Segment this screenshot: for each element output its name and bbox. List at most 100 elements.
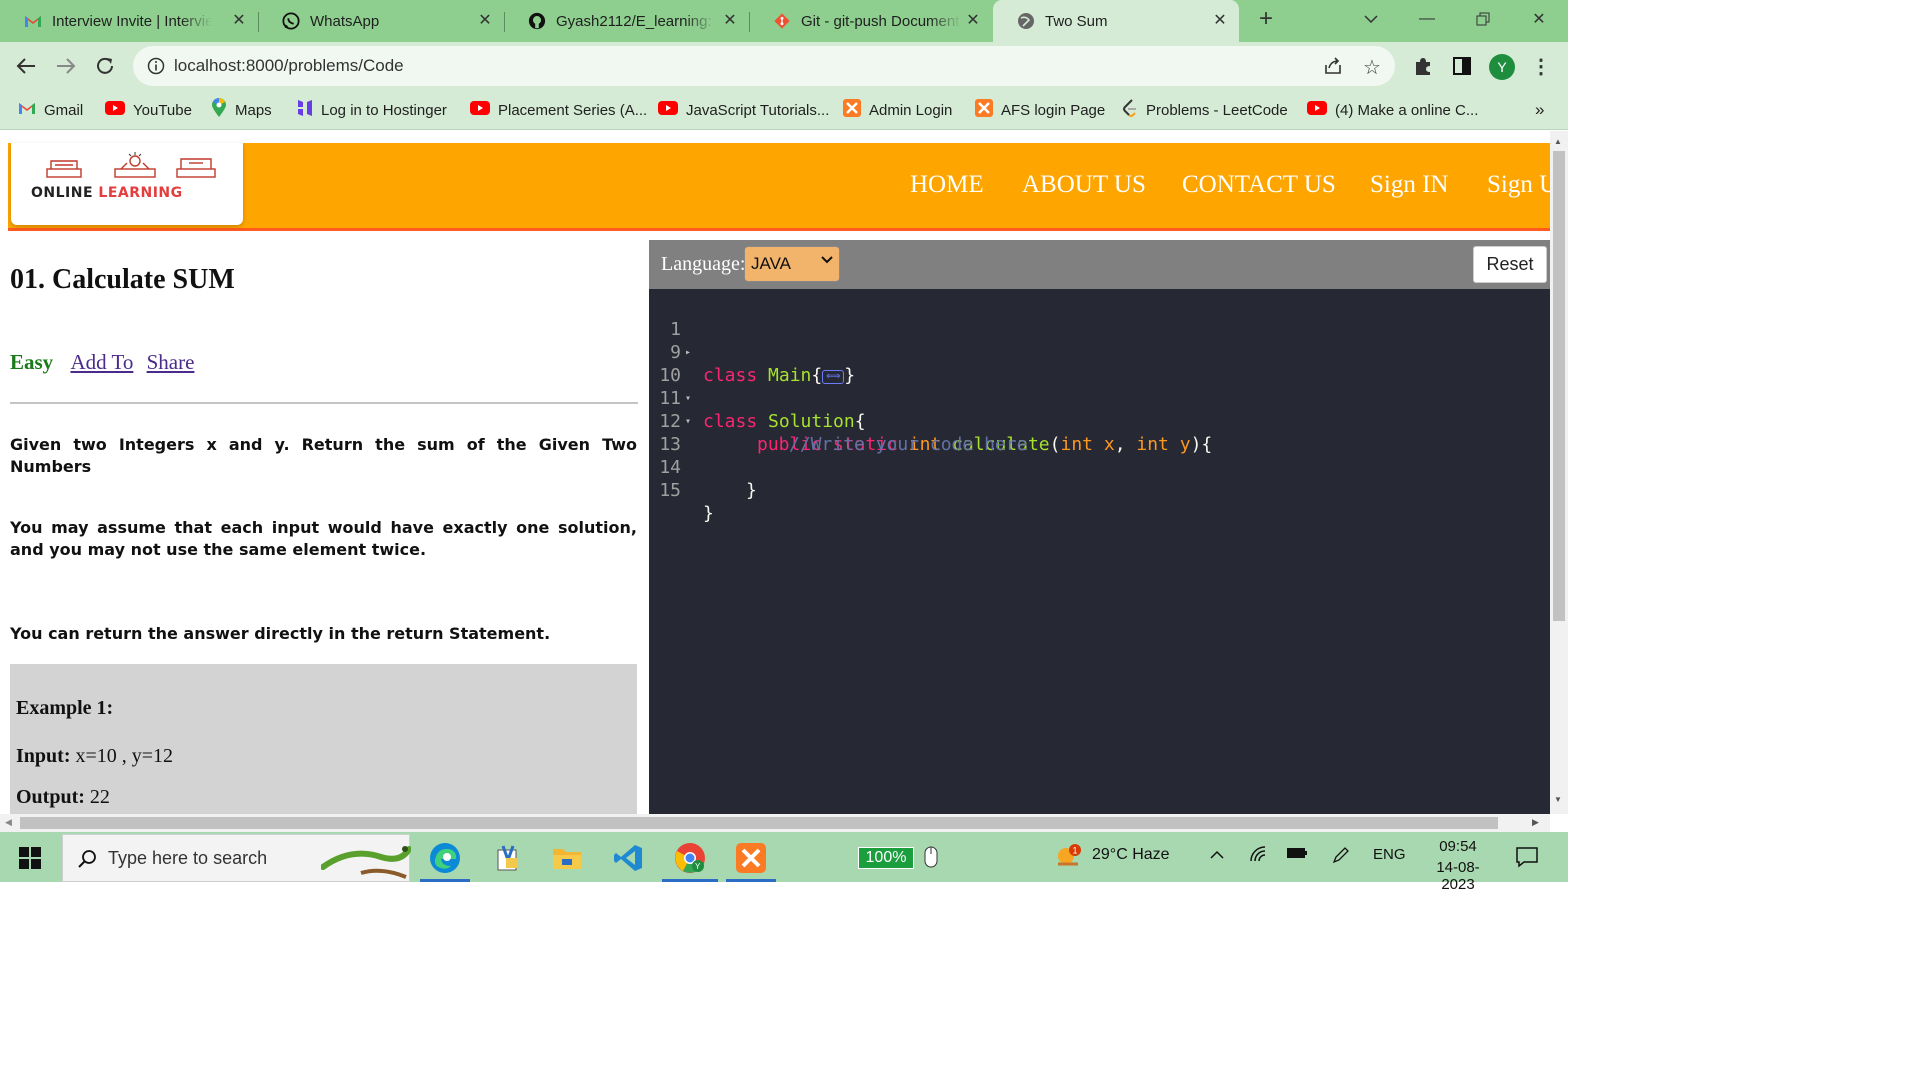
tab-interview-invite[interactable]: Interview Invite | Interview ✕ [0,0,258,42]
logo-word-learning: LEARNING [98,185,183,201]
gmail-icon [18,101,36,119]
reload-button[interactable] [89,50,121,82]
mouse-icon [924,846,938,873]
menu-icon[interactable]: ⋮ [1530,55,1552,78]
nav-contact-us[interactable]: CONTACT US [1182,171,1336,199]
new-tab-button[interactable]: + [1244,0,1288,38]
bookmark-label: Problems - LeetCode [1146,101,1288,119]
info-icon[interactable] [147,57,165,80]
close-window-button[interactable]: ✕ [1511,0,1567,38]
xampp-icon[interactable] [733,840,769,876]
windows-taskbar: Type here to search Y 100% 1 29°C Haze E… [0,832,1568,893]
close-icon[interactable]: ✕ [476,12,494,30]
whatsapp-icon [282,12,300,30]
language-select[interactable]: JAVA [744,246,840,282]
scroll-left-icon[interactable]: ◀ [5,817,12,828]
scroll-down-icon[interactable]: ▼ [1554,795,1562,804]
bookmark-admin-login[interactable]: Admin Login [843,99,952,121]
battery-icon[interactable] [1286,846,1308,865]
bookmark-placement-series[interactable]: Placement Series (A... [470,100,647,120]
vscode-icon[interactable] [610,840,646,876]
back-button[interactable] [10,50,42,82]
chrome-icon[interactable]: Y [672,840,708,876]
divider [10,402,638,404]
scroll-up-icon[interactable]: ▲ [1554,137,1562,146]
taskbar-search[interactable]: Type here to search [62,834,411,882]
windows-icon [19,847,41,869]
wifi-icon[interactable] [1250,846,1268,867]
example-title: Example 1: [16,697,114,719]
nav-home[interactable]: HOME [910,171,984,199]
globe-icon [1017,12,1035,30]
bookmark-make-online[interactable]: (4) Make a online C... [1307,100,1478,120]
input-language[interactable]: ENG [1373,846,1406,863]
edge-browser-icon[interactable] [427,840,463,876]
scrollbar-thumb[interactable] [1553,151,1565,621]
nav-about-us[interactable]: ABOUT US [1022,171,1146,199]
chevron-up-icon[interactable] [1210,846,1224,864]
profile-avatar[interactable]: Y [1489,54,1515,80]
add-to-link[interactable]: Add To [70,350,133,374]
file-explorer-icon[interactable] [490,840,526,876]
tab-two-sum[interactable]: Two Sum ✕ [993,0,1239,42]
share-icon[interactable] [1323,56,1343,81]
forward-button[interactable] [50,50,82,82]
close-icon[interactable]: ✕ [230,12,248,30]
bookmark-hostinger[interactable]: Log in to Hostinger [297,100,447,120]
pen-icon[interactable] [1332,846,1350,869]
bookmark-leetcode[interactable]: Problems - LeetCode [1122,99,1288,120]
code-editor[interactable]: 1 ▸ class Main{⟺} 9 10 ▾ class Solution{… [649,289,1550,814]
share-link[interactable]: Share [147,350,195,374]
code-line: 14 } [649,433,1550,501]
bookmark-label: YouTube [133,101,192,119]
vertical-scrollbar[interactable]: ▲ ▼ [1550,131,1568,814]
site-logo[interactable]: ONLINE LEARNING [11,143,243,225]
bookmark-javascript-tutorials[interactable]: JavaScript Tutorials... [658,100,829,120]
tab-github[interactable]: Gyash2112/E_learning: Ar ✕ [504,0,749,42]
code-line: 13 [649,410,1550,455]
logo-word-online: ONLINE [31,185,99,201]
bookmark-star-icon[interactable]: ☆ [1363,55,1381,80]
difficulty-badge: Easy [10,350,54,374]
folder-icon[interactable] [549,840,585,876]
weather-text[interactable]: 29°C Haze [1092,846,1170,864]
language-value: JAVA [751,254,791,273]
bookmarks-overflow-button[interactable]: » [1535,100,1544,120]
xampp-icon [975,99,993,121]
minimize-button[interactable]: — [1399,0,1455,38]
close-icon[interactable]: ✕ [1211,12,1229,30]
start-button[interactable] [12,840,48,876]
address-bar[interactable]: localhost:8000/problems/Code ☆ [133,46,1395,86]
close-icon[interactable]: ✕ [721,12,739,30]
side-panel-icon[interactable] [1451,55,1473,77]
horizontal-scrollbar[interactable]: ◀ ▶ [0,814,1550,832]
input-label: Input: [16,745,71,767]
tab-search-button[interactable] [1343,0,1399,38]
bookmark-maps[interactable]: Maps [211,98,272,122]
page-viewport: ONLINE LEARNING HOME ABOUT US CONTACT US… [0,131,1550,814]
tab-git-push[interactable]: Git - git-push Documenta ✕ [749,0,992,42]
notification-icon[interactable] [1515,846,1539,873]
editor-toolbar: Language: JAVA Reset [649,240,1550,289]
arrow-left-icon [16,58,35,74]
zoom-indicator[interactable]: 100% [858,847,914,869]
xampp-icon [843,99,861,121]
bookmark-afs-login[interactable]: AFS login Page [975,99,1105,121]
puzzle-icon[interactable] [1412,55,1434,77]
lizard-illustration-icon [321,846,411,879]
restore-button[interactable] [1455,0,1511,38]
maps-icon [211,98,227,122]
weather-icon[interactable]: 1 [1054,844,1084,875]
clock[interactable]: 09:54 14-08-2023 [1420,838,1496,893]
scroll-right-icon[interactable]: ▶ [1532,817,1539,828]
bookmark-gmail[interactable]: Gmail [18,100,83,120]
nav-sign-up[interactable]: Sign U [1487,171,1550,199]
close-icon[interactable]: ✕ [964,12,982,30]
reset-button[interactable]: Reset [1473,246,1547,283]
nav-sign-in[interactable]: Sign IN [1370,171,1448,199]
tab-whatsapp[interactable]: WhatsApp ✕ [258,0,504,42]
scrollbar-thumb[interactable] [20,817,1498,829]
example-box: Example 1: Input: x=10 , y=12 Output: 22 [10,664,637,814]
bookmark-label: JavaScript Tutorials... [686,101,830,119]
bookmark-youtube[interactable]: YouTube [105,100,192,120]
